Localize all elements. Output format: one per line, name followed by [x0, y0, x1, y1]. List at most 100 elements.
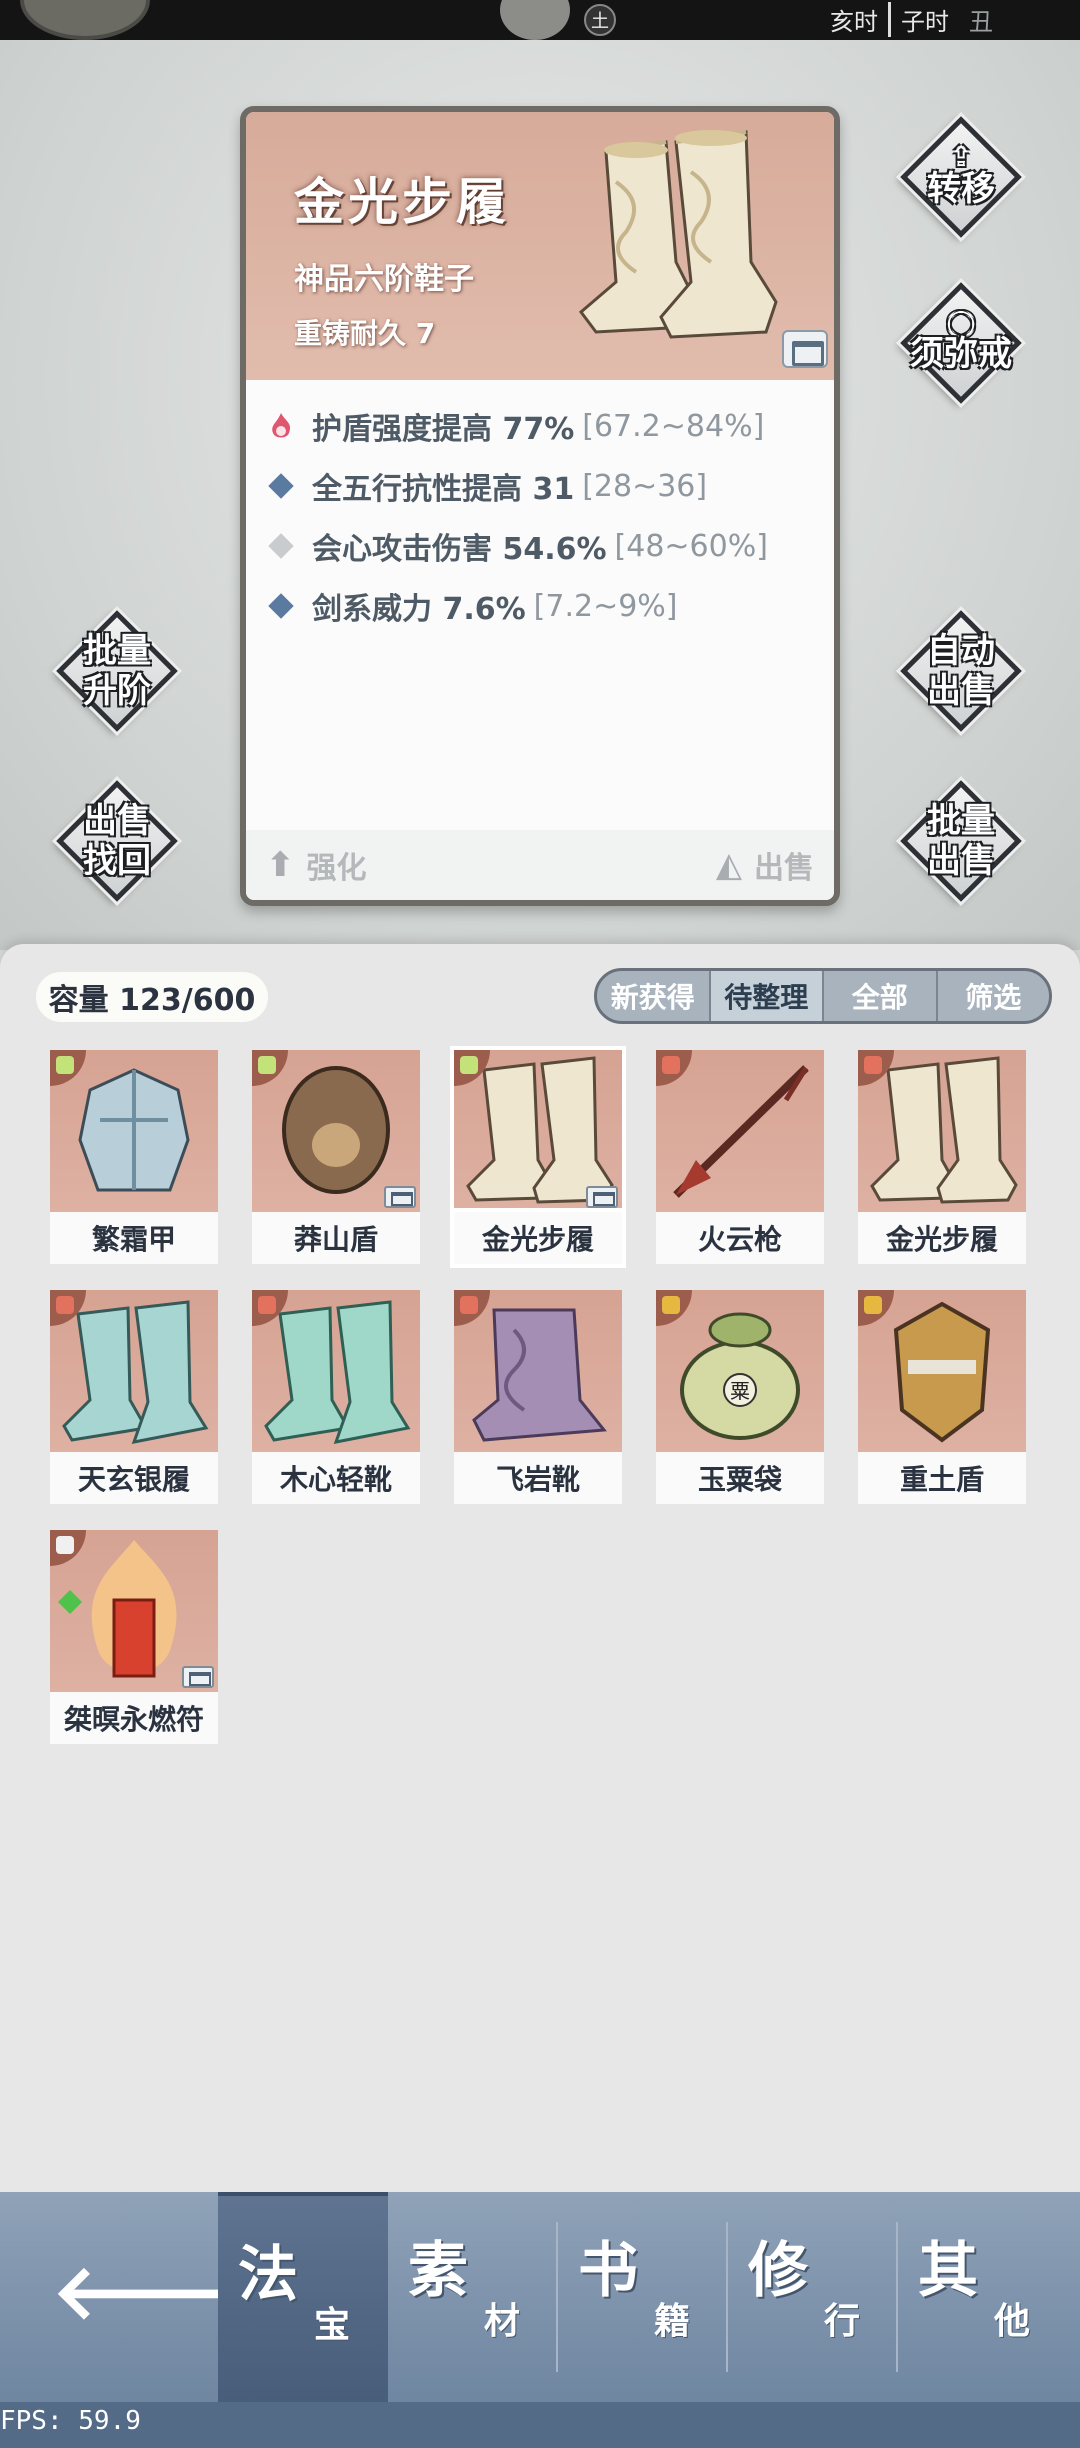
item-art — [454, 1290, 622, 1452]
blue-diamond-icon — [266, 471, 296, 501]
tab-books[interactable]: 书 籍 — [558, 2192, 728, 2402]
stat-text: 护盾强度提高 77% — [312, 412, 575, 447]
transfer-label: ⇪ 转移 — [927, 140, 995, 210]
auto-sell-label: 自动出售 — [927, 631, 995, 711]
item-detail-card: 金光步履 神品六阶鞋子 重铸耐久 7 护盾强度提高 77% [67.2~84%] — [240, 106, 840, 906]
stat-list: 护盾强度提高 77% [67.2~84%] 全五行抗性提高 31 [28~36]… — [266, 396, 826, 636]
filter-tab-new[interactable]: 新获得 — [597, 971, 711, 1021]
item-art: 粟 — [656, 1290, 824, 1452]
stat-range: [48~60%] — [614, 528, 768, 564]
upload-icon: ⇪ — [949, 140, 973, 173]
inventory-item[interactable]: 重土盾 — [858, 1290, 1026, 1504]
xumi-ring-button[interactable]: ◯ 须弥戒 — [896, 278, 1026, 408]
time-label: 丑 — [969, 7, 993, 36]
tab-small-label: 籍 — [654, 2301, 691, 2342]
time-label: 亥时 — [830, 7, 878, 36]
item-name: 木心轻靴 — [252, 1452, 420, 1504]
sell-recover-label: 出售找回 — [83, 801, 151, 881]
batch-upgrade-label: 批量升阶 — [83, 631, 151, 711]
stat-range: [67.2~84%] — [582, 408, 765, 444]
tab-others[interactable]: 其 他 — [898, 2192, 1068, 2402]
filter-tab-unsorted[interactable]: 待整理 — [710, 971, 824, 1021]
tab-treasure[interactable]: 法 宝 — [218, 2192, 388, 2402]
tab-small-label: 行 — [824, 2301, 861, 2342]
tab-cultivation[interactable]: 修 行 — [728, 2192, 898, 2402]
item-name: 天玄银履 — [50, 1452, 218, 1504]
inventory-item[interactable]: 飞岩靴 — [454, 1290, 622, 1504]
item-name: 繁霜甲 — [50, 1212, 218, 1264]
inventory-item[interactable]: 金光步履 — [454, 1050, 622, 1264]
item-name: 金光步履 — [294, 173, 510, 231]
filter-button[interactable]: 筛选 — [938, 971, 1050, 1021]
batch-upgrade-button[interactable]: 批量升阶 — [52, 606, 182, 736]
item-header: 金光步履 神品六阶鞋子 重铸耐久 7 — [246, 112, 834, 380]
item-art — [252, 1290, 420, 1452]
item-name: 玉粟袋 — [656, 1452, 824, 1504]
tab-small-label: 他 — [994, 2301, 1031, 2342]
inventory-item[interactable]: 火云枪 — [656, 1050, 824, 1264]
enhance-button[interactable]: ⬆ 强化 — [266, 830, 367, 900]
stat-text: 剑系威力 7.6% — [312, 592, 526, 627]
element-badge: 土 — [584, 4, 616, 36]
stat-range: [7.2~9%] — [533, 588, 678, 624]
item-art — [50, 1530, 218, 1692]
fps-counter: FPS: 59.9 — [0, 2406, 141, 2436]
inventory-item[interactable]: 金光步履 — [858, 1050, 1026, 1264]
capacity-label: 容量 123/600 — [36, 972, 268, 1022]
back-arrow-icon[interactable]: 🡐 — [52, 2254, 256, 2330]
grey-diamond-icon — [266, 531, 296, 561]
tab-big-label: 其 — [918, 2236, 978, 2306]
sell-button[interactable]: ◭ 出售 — [716, 830, 814, 900]
inventory-item[interactable]: 莽山盾 — [252, 1050, 420, 1264]
inventory-item[interactable]: 繁霜甲 — [50, 1050, 218, 1264]
item-name: 金光步履 — [454, 1212, 622, 1264]
svg-text:粟: 粟 — [730, 1379, 750, 1403]
item-art — [252, 1050, 420, 1212]
enhance-label: 强化 — [306, 851, 367, 886]
item-art — [50, 1050, 218, 1212]
auto-sell-button[interactable]: 自动出售 — [896, 606, 1026, 736]
item-name: 火云枪 — [656, 1212, 824, 1264]
sell-tag-icon: ◭ — [715, 845, 742, 885]
stat-range: [28~36] — [582, 468, 708, 504]
batch-sell-button[interactable]: 批量出售 — [896, 776, 1026, 906]
stat-text: 全五行抗性提高 31 — [312, 472, 575, 507]
up-arrow-icon: ⬆ — [266, 845, 295, 885]
transfer-button[interactable]: ⇪ 转移 — [896, 112, 1026, 242]
ring-icon: ◯ — [946, 308, 976, 338]
item-grade: 神品六阶鞋子 — [294, 262, 474, 297]
item-art — [454, 1050, 622, 1212]
tab-big-label: 法 — [238, 2240, 298, 2310]
sell-label: 出售 — [754, 851, 814, 886]
tab-big-label: 修 — [748, 2236, 808, 2306]
card-footer: ⬆ 强化 ◭ 出售 — [246, 830, 834, 900]
xumi-ring-label: ◯ 须弥戒 — [910, 308, 1012, 374]
storage-chest-icon[interactable] — [782, 330, 828, 368]
storage-chest-icon — [586, 1186, 618, 1208]
storage-chest-icon — [182, 1666, 214, 1688]
item-art — [858, 1050, 1026, 1212]
stat-row: 全五行抗性提高 31 [28~36] — [266, 456, 826, 516]
tab-small-label: 宝 — [314, 2305, 351, 2346]
inventory-item[interactable]: 桀暝永燃符 — [50, 1530, 218, 1744]
inventory-item[interactable]: 粟 玉粟袋 — [656, 1290, 824, 1504]
item-name: 飞岩靴 — [454, 1452, 622, 1504]
stat-row: 护盾强度提高 77% [67.2~84%] — [266, 396, 826, 456]
filter-tab-all[interactable]: 全部 — [824, 971, 938, 1021]
bottom-strip — [0, 2402, 1080, 2448]
item-art — [656, 1050, 824, 1212]
bottom-nav: 🡐 法 宝 素 材 书 籍 修 行 其 他 — [0, 2192, 1080, 2402]
inventory-item[interactable]: 天玄银履 — [50, 1290, 218, 1504]
storage-chest-icon — [384, 1186, 416, 1208]
tab-small-label: 材 — [484, 2301, 521, 2342]
sell-recover-button[interactable]: 出售找回 — [52, 776, 182, 906]
item-art — [858, 1290, 1026, 1452]
inventory-item[interactable]: 木心轻靴 — [252, 1290, 420, 1504]
flame-icon — [266, 411, 296, 441]
tab-big-label: 素 — [408, 2236, 468, 2306]
item-durability: 重铸耐久 7 — [294, 317, 436, 350]
inventory-panel: 容量 123/600 新获得 待整理 全部 筛选 繁霜甲 莽山盾 金光步履 火云… — [0, 944, 1080, 2194]
item-name: 重土盾 — [858, 1452, 1026, 1504]
stat-row: 会心攻击伤害 54.6% [48~60%] — [266, 516, 826, 576]
tab-materials[interactable]: 素 材 — [388, 2192, 558, 2402]
